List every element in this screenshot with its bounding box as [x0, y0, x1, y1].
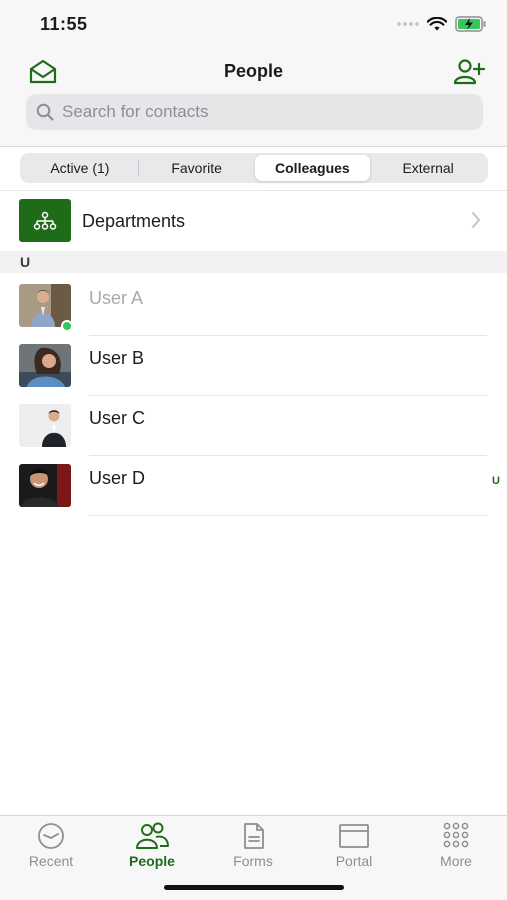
contact-row[interactable]: User A: [0, 276, 507, 336]
home-indicator: [164, 885, 344, 890]
section-index-letter[interactable]: U: [492, 475, 500, 487]
window-icon: [339, 824, 369, 848]
tab-more[interactable]: More: [411, 822, 501, 869]
avatar: [19, 344, 71, 387]
segment-favorite[interactable]: Favorite: [139, 155, 255, 181]
departments-label: Departments: [82, 211, 186, 231]
tab-people[interactable]: People: [107, 822, 197, 869]
contact-row[interactable]: User C: [0, 396, 507, 456]
segment-external[interactable]: External: [370, 155, 486, 181]
contact-name: User A: [89, 288, 144, 308]
filter-bar: Active (1) Favorite Colleagues External: [0, 147, 507, 191]
contact-name: User B: [89, 348, 145, 368]
people-icon: [136, 822, 169, 849]
status-time: 11:55: [40, 14, 88, 34]
tab-portal-label: Portal: [335, 853, 373, 869]
row-divider: [89, 515, 487, 516]
add-user-icon: [453, 59, 486, 85]
contact-row[interactable]: User D: [0, 456, 507, 516]
tab-recent[interactable]: Recent: [6, 822, 96, 869]
avatar: [19, 404, 71, 447]
clock-icon: [38, 823, 64, 849]
departments-row[interactable]: Departments: [0, 191, 507, 251]
section-header: U: [0, 251, 507, 273]
cellular-signal-icon: [397, 22, 419, 26]
status-indicators: [397, 16, 487, 32]
navigation-header: People Search for contacts: [0, 50, 507, 146]
section-letter: U: [20, 254, 31, 270]
search-input[interactable]: Search for contacts: [26, 94, 483, 130]
tab-portal[interactable]: Portal: [309, 822, 399, 869]
segmented-control: Active (1) Favorite Colleagues External: [20, 153, 488, 183]
page-title: People: [223, 61, 284, 81]
segment-active[interactable]: Active (1): [22, 155, 138, 181]
online-status-indicator: [61, 320, 73, 332]
add-contact-button[interactable]: [453, 58, 486, 86]
contact-name: User D: [89, 468, 146, 488]
status-bar: 11:55: [0, 0, 507, 50]
search-icon: [36, 103, 54, 121]
contact-name: User C: [89, 408, 146, 428]
tab-forms[interactable]: Forms: [208, 822, 298, 869]
wifi-icon: [427, 16, 447, 30]
tab-more-label: More: [440, 853, 472, 869]
tab-recent-label: Recent: [28, 853, 74, 869]
avatar: [19, 464, 71, 507]
document-icon: [244, 823, 264, 849]
search-placeholder: Search for contacts: [62, 102, 209, 121]
chevron-right-icon: [472, 212, 480, 228]
contact-row[interactable]: User B: [0, 336, 507, 396]
grid-icon: [443, 822, 469, 848]
tab-forms-label: Forms: [233, 853, 273, 869]
segment-colleagues[interactable]: Colleagues: [254, 155, 371, 181]
battery-charging-icon: [455, 16, 486, 32]
tab-people-label: People: [129, 853, 175, 869]
org-chart-icon: [19, 199, 71, 242]
